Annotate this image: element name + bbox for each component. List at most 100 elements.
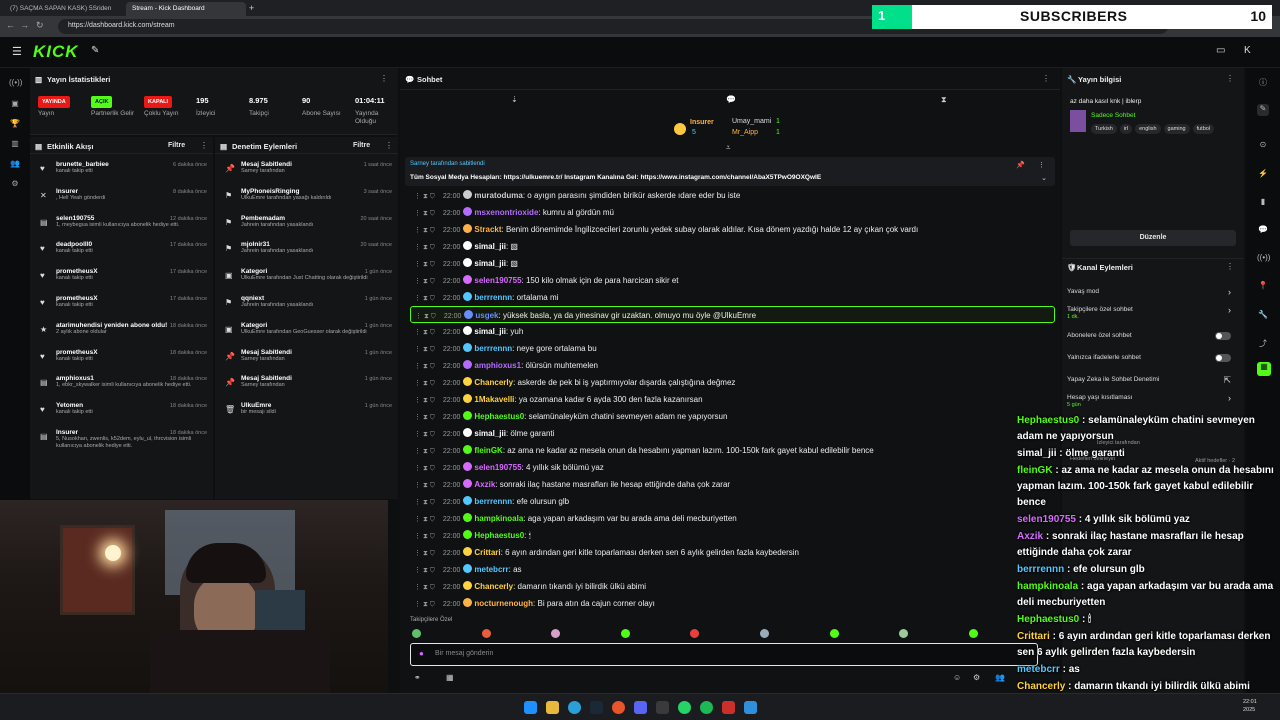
chat-message[interactable]: ⋮ ⧗ ⛉ 22:00 simal_jii: ölme garanti — [410, 425, 1055, 442]
feed-item[interactable]: 🗑 UlkuEmre bir mesajı sildi 1 gün önce — [215, 402, 398, 429]
chevron-right-icon[interactable]: › — [1228, 305, 1231, 315]
message-username[interactable]: Chancerly — [474, 582, 513, 591]
message-username[interactable]: muratoduma — [474, 191, 522, 200]
chevron-right-icon[interactable]: › — [1228, 287, 1231, 297]
stats-more-icon[interactable]: ⋮ — [380, 74, 388, 83]
message-controls-icon[interactable]: ⋮ ⧗ ⛉ — [414, 533, 435, 540]
feed-item[interactable]: ✕ Insurer, Hell Yeah gönderdi 8 dakika önc… — [30, 188, 213, 215]
chat-people-icon[interactable]: 👥 — [995, 673, 1005, 682]
message-controls-icon[interactable]: ⋮ ⧗ ⛉ — [414, 414, 435, 421]
message-controls-icon[interactable]: ⋮ ⧗ ⛉ — [414, 227, 435, 234]
channel-actions-more-icon[interactable]: ⋮ — [1226, 262, 1234, 271]
chat-message[interactable]: ⋮ ⧗ ⛉ 22:00 berrrennn: neye gore ortalama … — [410, 340, 1055, 357]
chat-message[interactable]: ⋮ ⧗ ⛉ 22:00 1Makavelli: ya ozamana kadar 6… — [410, 391, 1055, 408]
browser-tab-kick[interactable]: Stream - Kick Dashboard — [126, 2, 246, 16]
live-icon[interactable]: ((•)) — [9, 78, 22, 90]
chat-message[interactable]: ⋮ ⧗ ⛉ 22:00 usgek: yüksek basla, ya da yin… — [410, 306, 1055, 323]
forward-icon[interactable]: → — [20, 20, 29, 30]
message-controls-icon[interactable]: ⋮ ⧗ ⛉ — [414, 499, 435, 506]
message-username[interactable]: usgek — [475, 311, 498, 320]
broadcast-icon[interactable]: ((•)) — [1257, 253, 1270, 265]
feed-item[interactable]: 📌 Mesaj Sabitlendi Sarney tarafından 1 gün … — [215, 375, 398, 402]
message-controls-icon[interactable]: ⋮ ⧗ ⛉ — [414, 465, 435, 472]
firefox-icon[interactable] — [612, 701, 625, 714]
chat-settings-icon[interactable]: ⚙ — [973, 673, 980, 682]
pin-rail-icon[interactable]: 📍 — [1257, 281, 1269, 293]
message-username[interactable]: selen190755 — [474, 276, 521, 285]
trophy-icon[interactable]: 🏆 — [9, 119, 21, 131]
chat-message[interactable]: ⋮ ⧗ ⛉ 22:00 muratoduma: o ayıgın parasını … — [410, 187, 1055, 204]
edge-icon[interactable] — [568, 701, 581, 714]
channel-action-row[interactable]: Abonelere özel sohbet — [1067, 332, 1239, 340]
feed-item[interactable]: ⚑ qqniext Jahrein tarafından yasaklandı 1 g… — [215, 295, 398, 322]
emote-icon[interactable] — [481, 629, 491, 638]
message-username[interactable]: hampkinoala — [474, 514, 523, 523]
message-controls-icon[interactable]: ⋮ ⧗ ⛉ — [414, 346, 435, 353]
message-controls-icon[interactable]: ⋮ ⧗ ⛉ — [414, 363, 435, 370]
windows-start-icon[interactable] — [524, 701, 537, 714]
chevron-right-icon[interactable]: › — [1228, 393, 1231, 403]
message-username[interactable]: metebcrr — [474, 565, 508, 574]
feed-item[interactable]: ▣ Kategori UlkuEmre tarafından Just Chatti… — [215, 268, 398, 295]
message-username[interactable]: simal_jii — [474, 259, 506, 268]
message-username[interactable]: Axzik — [474, 480, 495, 489]
chat-filter-icon[interactable]: ⇣ — [511, 95, 518, 104]
chat-message[interactable]: ⋮ ⧗ ⛉ 22:00 selen190755: 150 kilo olmak iç… — [410, 272, 1055, 289]
kick-logo[interactable]: KICK — [33, 42, 79, 62]
chat-message[interactable]: ⋮ ⧗ ⛉ 22:00 selen190755: 4 yıllık sik bölü… — [410, 459, 1055, 476]
chat-input[interactable]: ● Bir mesaj gönderin — [410, 643, 1038, 666]
message-controls-icon[interactable]: ⋮ ⧗ ⛉ — [414, 584, 435, 591]
back-icon[interactable]: ← — [6, 20, 15, 30]
tool-icon[interactable]: 🔧 — [1257, 310, 1269, 322]
chat-message[interactable]: ⋮ ⧗ ⛉ 22:00 metebcrr: as — [410, 561, 1055, 578]
message-username[interactable]: msxenontrioxide — [474, 208, 538, 217]
message-controls-icon[interactable]: ⋮ ⧗ ⛉ — [414, 516, 435, 523]
message-controls-icon[interactable]: ⋮ ⧗ ⛉ — [414, 329, 435, 336]
mic-icon[interactable]: ● — [419, 649, 424, 658]
bolt-icon[interactable]: ⚡ — [1257, 169, 1269, 181]
message-controls-icon[interactable]: ⋮ ⧗ ⛉ — [414, 261, 435, 268]
message-username[interactable]: nocturnenough — [474, 599, 533, 608]
message-username[interactable]: Hephaestus0 — [474, 531, 524, 540]
message-controls-icon[interactable]: ⋮ ⧗ ⛉ — [414, 397, 435, 404]
chat-message[interactable]: ⋮ ⧗ ⛉ 22:00 simal_jii: yuh — [410, 323, 1055, 340]
emote-icon[interactable] — [829, 629, 839, 638]
stream-tag[interactable]: english — [1135, 124, 1161, 134]
channel-action-row[interactable]: Yavaş mod › — [1067, 287, 1239, 297]
message-controls-icon[interactable]: ⋮ ⧗ ⛉ — [414, 278, 435, 285]
chat-bubble-icon[interactable]: 💬 — [726, 95, 736, 104]
feed-item[interactable]: ⚑ MyPhoneisRinging UlkuEmre tarafından yas… — [215, 188, 398, 215]
steam-icon[interactable] — [590, 701, 603, 714]
expand-icon[interactable]: ⩡ — [726, 143, 731, 153]
message-controls-icon[interactable]: ⋮ ⧗ ⛉ — [414, 601, 435, 608]
message-controls-icon[interactable]: ⋮ ⧗ ⛉ — [415, 313, 436, 320]
chat-message[interactable]: ⋮ ⧗ ⛉ 22:00 Chancerly: askerde de pek bi i… — [410, 374, 1055, 391]
app-red-icon[interactable] — [722, 701, 735, 714]
app-blue-icon[interactable] — [744, 701, 757, 714]
feed-item[interactable]: ▤ selen190755 1, meybegua isimli kullanıcı… — [30, 215, 213, 242]
settings-app-icon[interactable] — [656, 701, 669, 714]
channel-action-row[interactable]: Hesap yaşı kısıtlaması 5 gün › — [1067, 393, 1239, 408]
external-link-icon[interactable]: ⇱ — [1223, 375, 1231, 386]
message-controls-icon[interactable]: ⋮ ⧗ ⛉ — [414, 431, 435, 438]
stream-tag[interactable]: gaming — [1163, 124, 1190, 134]
chat-message[interactable]: ⋮ ⧗ ⛉ 22:00 berrrennn: ortalama mi — [410, 289, 1055, 306]
apps-icon[interactable]: ▦ — [1257, 362, 1271, 376]
chat-rail-icon[interactable]: 💬 — [1257, 225, 1269, 237]
message-username[interactable]: Crittari — [474, 548, 500, 557]
tools-icon[interactable]: ✎ — [91, 45, 99, 56]
activity-more-icon[interactable]: ⋮ — [200, 141, 208, 150]
device-icon[interactable]: ▮ — [1257, 197, 1269, 209]
feed-item[interactable]: 📌 Mesaj Sabitlendi Sarney tarafından 1 saat… — [215, 161, 398, 188]
emote-icon[interactable] — [690, 629, 700, 638]
menu-icon[interactable]: ☰ — [12, 45, 22, 58]
library-icon[interactable]: ▥ — [9, 139, 21, 151]
message-controls-icon[interactable]: ⋮ ⧗ ⛉ — [414, 482, 435, 489]
reload-icon[interactable]: ↻ — [36, 20, 44, 31]
chat-calendar-icon[interactable]: ▦ — [446, 673, 454, 682]
emote-icon[interactable] — [899, 629, 909, 638]
browser-tab-youtube[interactable]: (7) SAÇMA SAPAN KASK) 5Sriden — [4, 2, 122, 16]
emote-icon[interactable] — [760, 629, 769, 638]
message-username[interactable]: simal_jii — [474, 429, 506, 438]
chat-message[interactable]: ⋮ ⧗ ⛉ 22:00 simal_jii: ▧ — [410, 255, 1055, 272]
